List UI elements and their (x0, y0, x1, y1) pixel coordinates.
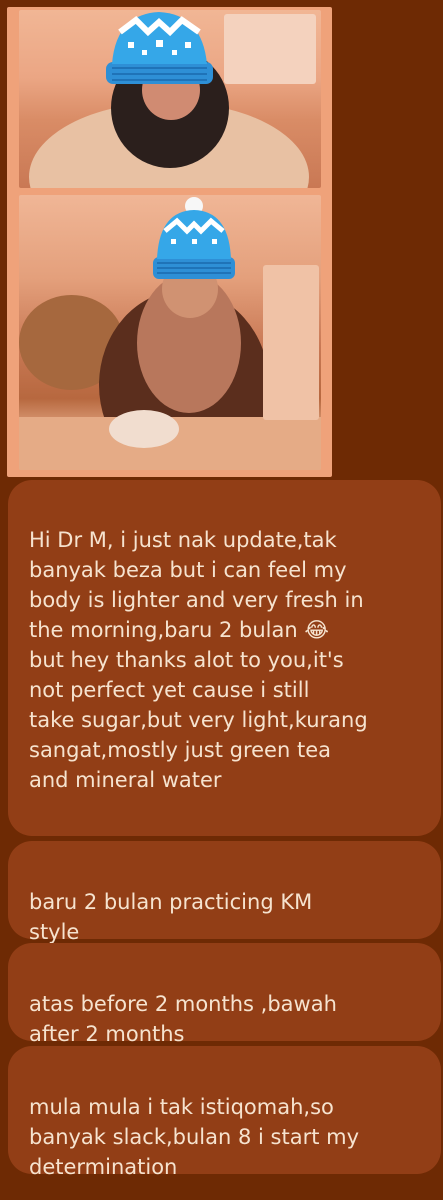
beanie-sticker-icon (106, 12, 213, 84)
message-bubble[interactable]: baru 2 bulan practicing KM style (8, 841, 441, 944)
message-text: Hi Dr M, i just nak update,tak banyak be… (29, 528, 368, 792)
photo-after-mask (109, 410, 179, 448)
photo-after[interactable] (19, 195, 321, 470)
photo-before-wall-sign (224, 14, 316, 84)
message-text: atas before 2 months ,bawah after 2 mont… (29, 992, 337, 1046)
beanie-sticker-icon (153, 197, 235, 279)
photo-after-wall (263, 265, 319, 420)
message-bubble[interactable]: mula mula i tak istiqomah,so banyak slac… (8, 1046, 441, 1179)
photo-attachment[interactable] (7, 7, 332, 477)
message-bubble[interactable]: Hi Dr M, i just nak update,tak banyak be… (8, 480, 441, 836)
message-text: baru 2 bulan practicing KM style (29, 890, 313, 944)
message-text: mula mula i tak istiqomah,so banyak slac… (29, 1095, 360, 1179)
message-bubble[interactable]: atas before 2 months ,bawah after 2 mont… (8, 943, 441, 1046)
photo-before[interactable] (19, 10, 321, 188)
